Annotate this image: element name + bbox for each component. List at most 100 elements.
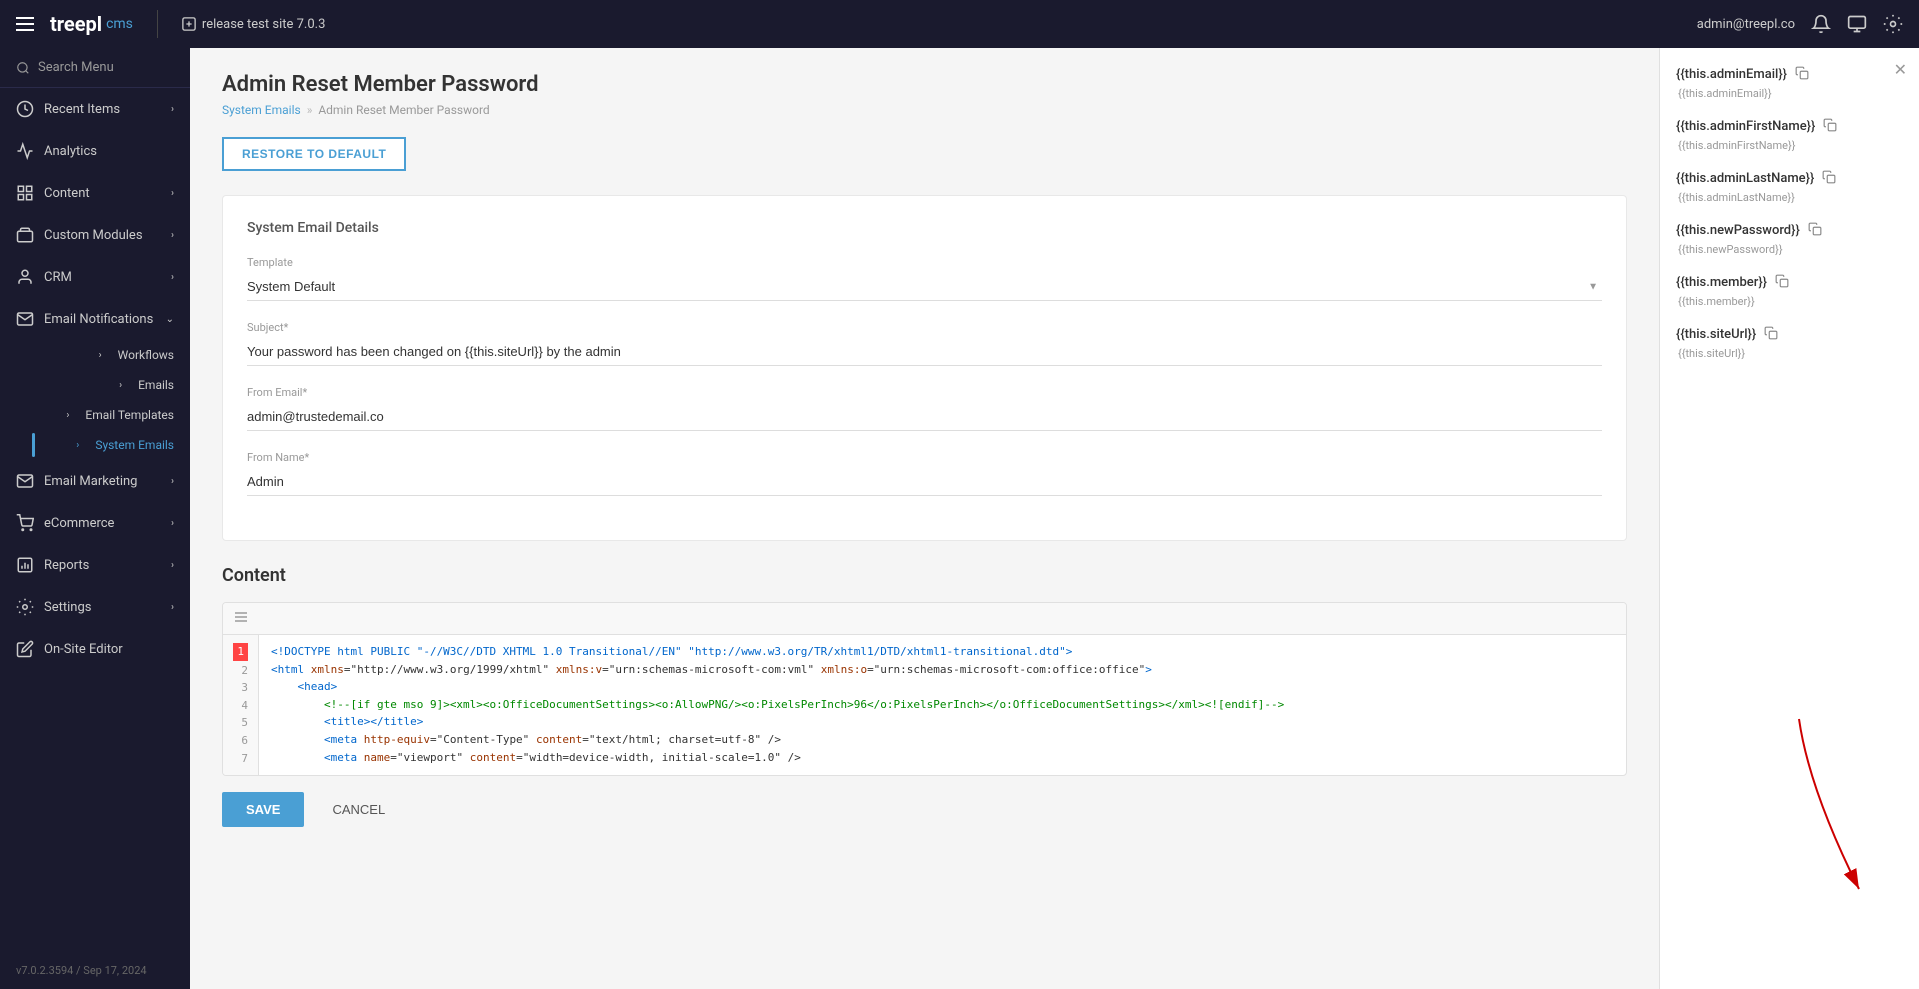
logo-cms: cms xyxy=(106,16,133,32)
sidebar-item-email-notifications[interactable]: Email Notifications ⌄ xyxy=(0,298,190,340)
ecommerce-chevron: › xyxy=(171,518,174,529)
sidebar-sub-email-templates[interactable]: › Email Templates xyxy=(32,400,190,430)
sidebar-item-content[interactable]: Content › xyxy=(0,172,190,214)
form-card-title: System Email Details xyxy=(247,220,1602,236)
search-icon xyxy=(16,61,30,75)
sidebar-label-email-templates: Email Templates xyxy=(85,408,174,422)
sidebar-item-on-site-editor[interactable]: On-Site Editor xyxy=(0,628,190,670)
workflows-chevron: › xyxy=(99,350,102,361)
code-line-4: <!--[if gte mso 9]><xml><o:OfficeDocumen… xyxy=(271,696,1614,714)
variable-name-adminFirstName: {{this.adminFirstName}} xyxy=(1676,116,1903,137)
hamburger-menu[interactable] xyxy=(16,17,34,31)
content-icon xyxy=(16,184,34,202)
email-marketing-icon xyxy=(16,472,34,490)
variable-sub-adminLastName: {{this.adminLastName}} xyxy=(1676,191,1903,204)
code-line-7: <meta name="viewport" content="width=dev… xyxy=(271,749,1614,767)
variable-item-newPassword: {{this.newPassword}} {{this.newPassword}… xyxy=(1676,220,1903,256)
email-marketing-chevron: › xyxy=(171,476,174,487)
on-site-editor-icon xyxy=(16,640,34,658)
sidebar-sub-emails[interactable]: › Emails xyxy=(32,370,190,400)
variable-display-siteUrl: {{this.siteUrl}} xyxy=(1676,327,1756,342)
copy-variable-adminEmail[interactable] xyxy=(1793,64,1811,85)
site-indicator[interactable]: release test site 7.0.3 xyxy=(182,17,325,32)
site-icon xyxy=(182,17,196,31)
notification-icon[interactable] xyxy=(1811,14,1831,34)
reports-chevron: › xyxy=(171,560,174,571)
template-select[interactable]: System Default xyxy=(247,273,1602,301)
breadcrumb-current: Admin Reset Member Password xyxy=(318,103,489,117)
code-lines: 1 2 3 4 5 6 7 <!DOCTYPE html PUBLIC "-//… xyxy=(223,635,1626,775)
line-num-2: 2 xyxy=(233,662,248,680)
sidebar-item-custom-modules[interactable]: Custom Modules › xyxy=(0,214,190,256)
crm-icon xyxy=(16,268,34,286)
sidebar-label-email-notifications: Email Notifications xyxy=(44,312,153,327)
sidebar-label-workflows: Workflows xyxy=(118,348,174,362)
variable-sub-adminFirstName: {{this.adminFirstName}} xyxy=(1676,139,1903,152)
sidebar-label-email-marketing: Email Marketing xyxy=(44,474,137,489)
restore-to-default-button[interactable]: RESTORE TO DEFAULT xyxy=(222,137,406,171)
variables-container: {{this.adminEmail}} {{this.adminEmail}} … xyxy=(1676,64,1903,360)
sidebar-item-reports[interactable]: Reports › xyxy=(0,544,190,586)
sidebar-sub-system-emails[interactable]: › System Emails xyxy=(32,430,190,460)
breadcrumb-parent[interactable]: System Emails xyxy=(222,103,301,117)
sidebar: Search Menu Recent Items › Analytics Con… xyxy=(0,48,190,989)
error-line-num: 1 xyxy=(233,643,248,661)
sidebar-item-recent-items[interactable]: Recent Items › xyxy=(0,88,190,130)
variable-sub-newPassword: {{this.newPassword}} xyxy=(1676,243,1903,256)
from-name-label: From Name* xyxy=(247,451,1602,464)
crm-chevron: › xyxy=(171,272,174,283)
sidebar-item-analytics[interactable]: Analytics xyxy=(0,130,190,172)
sidebar-item-email-marketing[interactable]: Email Marketing › xyxy=(0,460,190,502)
sidebar-item-ecommerce[interactable]: eCommerce › xyxy=(0,502,190,544)
variable-item-adminLastName: {{this.adminLastName}} {{this.adminLastN… xyxy=(1676,168,1903,204)
main-layout: Search Menu Recent Items › Analytics Con… xyxy=(0,48,1919,989)
template-field-group: Template System Default ▼ xyxy=(247,256,1602,301)
code-toolbar xyxy=(223,603,1626,635)
variable-display-member: {{this.member}} xyxy=(1676,275,1767,290)
line-num-5: 5 xyxy=(233,714,248,732)
settings-icon[interactable] xyxy=(1883,14,1903,34)
chevron-icon: › xyxy=(171,104,174,115)
search-menu-item[interactable]: Search Menu xyxy=(0,48,190,88)
line-num-4: 4 xyxy=(233,697,248,715)
content-chevron: › xyxy=(171,188,174,199)
copy-variable-siteUrl[interactable] xyxy=(1762,324,1780,345)
save-button[interactable]: SAVE xyxy=(222,792,304,827)
cancel-button[interactable]: CANCEL xyxy=(316,792,401,827)
copy-variable-newPassword[interactable] xyxy=(1806,220,1824,241)
variable-name-newPassword: {{this.newPassword}} xyxy=(1676,220,1903,241)
copy-variable-adminLastName[interactable] xyxy=(1820,168,1838,189)
sidebar-item-settings[interactable]: Settings › xyxy=(0,586,190,628)
variable-display-newPassword: {{this.newPassword}} xyxy=(1676,223,1800,238)
from-name-input[interactable] xyxy=(247,468,1602,496)
reports-icon xyxy=(16,556,34,574)
variable-item-adminFirstName: {{this.adminFirstName}} {{this.adminFirs… xyxy=(1676,116,1903,152)
display-icon[interactable] xyxy=(1847,14,1867,34)
close-panel-button[interactable]: ✕ xyxy=(1894,60,1907,80)
sidebar-label-settings: Settings xyxy=(44,600,91,615)
variable-name-siteUrl: {{this.siteUrl}} xyxy=(1676,324,1903,345)
variable-name-adminEmail: {{this.adminEmail}} xyxy=(1676,64,1903,85)
toolbar-menu-icon[interactable] xyxy=(233,609,249,625)
code-editor: 1 2 3 4 5 6 7 <!DOCTYPE html PUBLIC "-//… xyxy=(222,602,1627,776)
email-notif-icon xyxy=(16,310,34,328)
site-name: release test site 7.0.3 xyxy=(202,17,325,32)
code-line-2: <html xmlns="http://www.w3.org/1999/xhtm… xyxy=(271,661,1614,679)
subject-input[interactable] xyxy=(247,338,1602,366)
active-indicator xyxy=(32,433,35,457)
from-email-input[interactable] xyxy=(247,403,1602,431)
sidebar-sub-workflows[interactable]: › Workflows xyxy=(32,340,190,370)
sidebar-label-content: Content xyxy=(44,186,90,201)
line-num-6: 6 xyxy=(233,732,248,750)
variable-item-member: {{this.member}} {{this.member}} xyxy=(1676,272,1903,308)
code-content-area[interactable]: <!DOCTYPE html PUBLIC "-//W3C//DTD XHTML… xyxy=(259,635,1626,775)
variable-item-siteUrl: {{this.siteUrl}} {{this.siteUrl}} xyxy=(1676,324,1903,360)
breadcrumb-sep: » xyxy=(307,103,313,117)
copy-variable-adminFirstName[interactable] xyxy=(1821,116,1839,137)
sidebar-item-crm[interactable]: CRM › xyxy=(0,256,190,298)
code-line-6: <meta http-equiv="Content-Type" content=… xyxy=(271,731,1614,749)
code-line-3: <head> xyxy=(271,678,1614,696)
top-nav: treepl cms release test site 7.0.3 admin… xyxy=(0,0,1919,48)
copy-variable-member[interactable] xyxy=(1773,272,1791,293)
sidebar-label-emails: Emails xyxy=(138,378,174,392)
